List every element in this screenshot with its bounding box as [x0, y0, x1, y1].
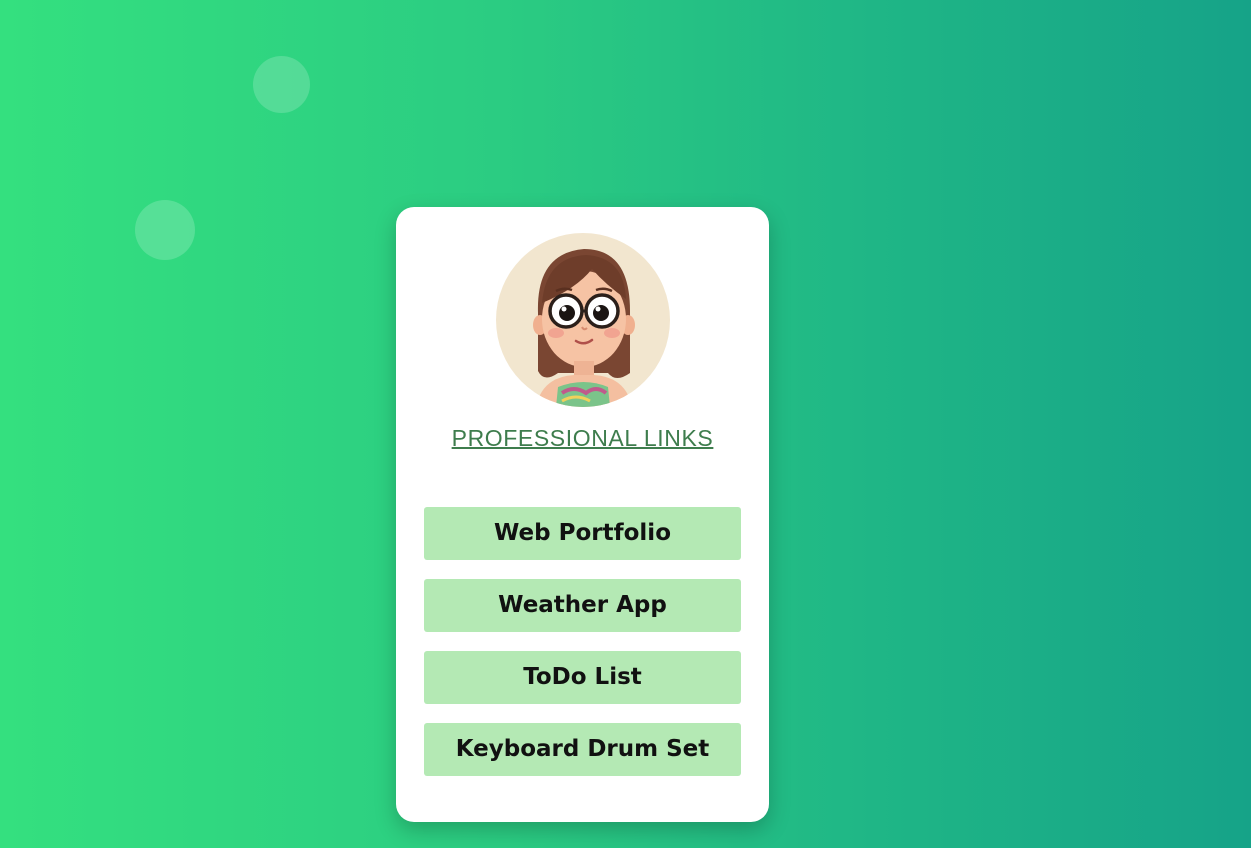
web-portfolio-button[interactable]: Web Portfolio — [424, 507, 741, 560]
profile-card: PROFESSIONAL LINKS Web Portfolio Weather… — [396, 207, 769, 822]
page-title: PROFESSIONAL LINKS — [451, 425, 714, 451]
cartoon-girl-avatar-icon — [533, 249, 635, 407]
links-list: Web Portfolio Weather App ToDo List Keyb… — [424, 507, 741, 795]
keyboard-drum-set-button[interactable]: Keyboard Drum Set — [424, 723, 741, 776]
todo-list-button[interactable]: ToDo List — [424, 651, 741, 704]
weather-app-button[interactable]: Weather App — [424, 579, 741, 632]
avatar — [496, 233, 670, 407]
decorative-bubble — [135, 200, 195, 260]
decorative-bubble — [253, 56, 310, 113]
